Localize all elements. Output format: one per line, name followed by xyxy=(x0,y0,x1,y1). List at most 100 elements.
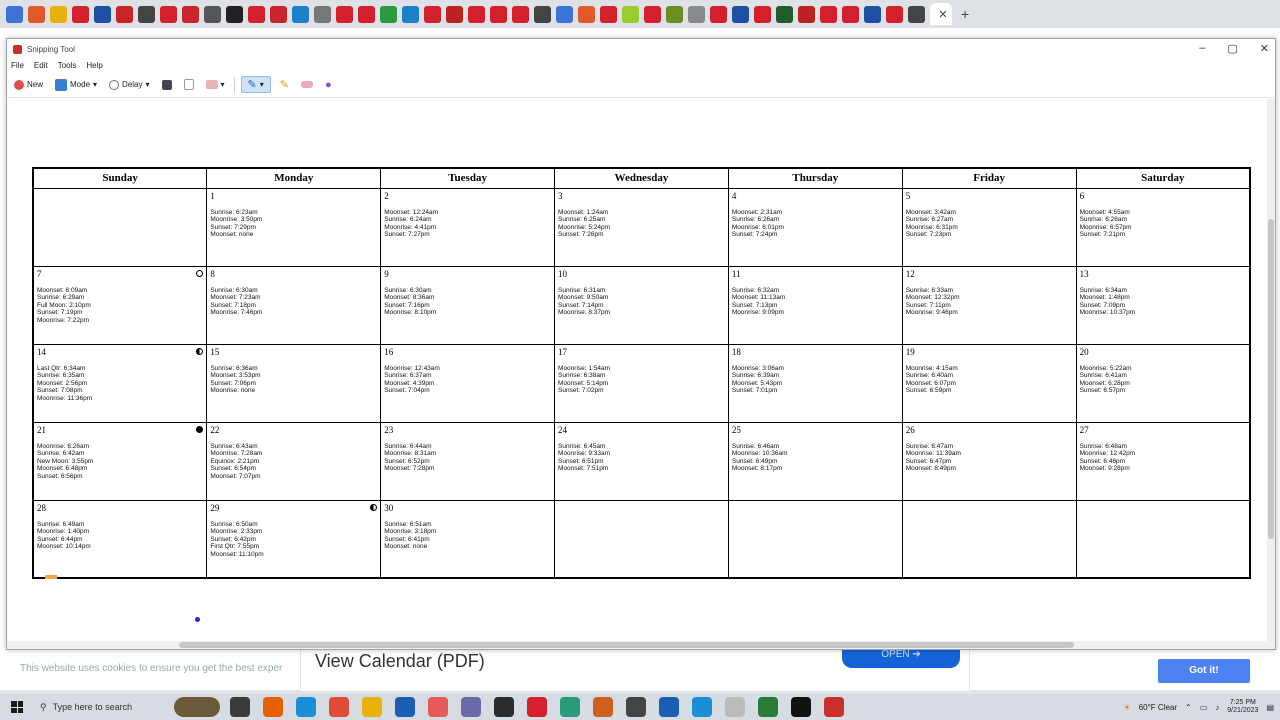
file-explorer-icon[interactable] xyxy=(362,697,382,717)
browser-tab[interactable] xyxy=(402,5,419,23)
browser-tab[interactable] xyxy=(248,5,265,23)
app-17-icon[interactable] xyxy=(758,697,778,717)
open-button[interactable]: OPEN ➔ xyxy=(842,648,960,668)
browser-tab[interactable] xyxy=(468,5,485,23)
vertical-scroll-thumb[interactable] xyxy=(1268,219,1274,539)
clock[interactable]: 7:25 PM 9/21/2023 xyxy=(1227,699,1258,715)
browser-tab[interactable] xyxy=(908,5,925,23)
browser-tab[interactable] xyxy=(6,5,23,23)
browser-tab[interactable] xyxy=(666,5,683,23)
browser-tab[interactable] xyxy=(446,5,463,23)
browser-tab[interactable] xyxy=(556,5,573,23)
menu-tools[interactable]: Tools xyxy=(58,61,77,70)
network-icon[interactable]: ▭ xyxy=(1200,703,1208,712)
copy-button[interactable] xyxy=(181,77,197,92)
maximize-icon[interactable]: ▢ xyxy=(1227,42,1237,55)
app-18-icon[interactable] xyxy=(791,697,811,717)
app-16-icon[interactable] xyxy=(725,697,745,717)
browser-tab[interactable] xyxy=(886,5,903,23)
minimize-icon[interactable]: – xyxy=(1199,42,1205,55)
send-button[interactable]: ▾ xyxy=(203,78,228,91)
new-tab-icon[interactable]: + xyxy=(961,6,969,22)
menu-help[interactable]: Help xyxy=(86,61,102,70)
app-8-icon[interactable] xyxy=(461,697,481,717)
vertical-scrollbar[interactable] xyxy=(1267,99,1275,641)
mail-icon[interactable] xyxy=(395,697,415,717)
start-button[interactable] xyxy=(0,694,34,720)
close-icon[interactable]: ✕ xyxy=(1260,42,1269,55)
mode-button[interactable]: Mode ▾ xyxy=(52,77,100,93)
browser-tab[interactable] xyxy=(512,5,529,23)
app-7-icon[interactable] xyxy=(428,697,448,717)
edge-icon[interactable] xyxy=(296,697,316,717)
browser-tab[interactable] xyxy=(314,5,331,23)
browser-tab[interactable] xyxy=(864,5,881,23)
browser-tab-active[interactable]: ✕ xyxy=(930,3,952,25)
got-it-button[interactable]: Got it! xyxy=(1158,659,1250,683)
browser-tab[interactable] xyxy=(292,5,309,23)
firefox-icon[interactable] xyxy=(263,697,283,717)
browser-tab[interactable] xyxy=(380,5,397,23)
event-line: Moonset: 12:32pm xyxy=(905,294,960,302)
task-view-icon[interactable] xyxy=(230,697,250,717)
browser-tab[interactable] xyxy=(336,5,353,23)
eraser-button[interactable] xyxy=(298,79,316,90)
delay-button[interactable]: Delay ▾ xyxy=(106,78,152,92)
browser-tab[interactable] xyxy=(270,5,287,23)
app-13-icon[interactable] xyxy=(626,697,646,717)
browser-tab[interactable] xyxy=(842,5,859,23)
browser-tab[interactable] xyxy=(50,5,67,23)
app-9-icon[interactable] xyxy=(494,697,514,717)
browser-tab[interactable] xyxy=(490,5,507,23)
browser-tab[interactable] xyxy=(820,5,837,23)
horizontal-scroll-thumb[interactable] xyxy=(179,642,1074,648)
browser-tab[interactable] xyxy=(160,5,177,23)
snipping-tool-icon[interactable] xyxy=(824,697,844,717)
menu-file[interactable]: File xyxy=(11,61,24,70)
chrome-icon[interactable] xyxy=(329,697,349,717)
browser-tab[interactable] xyxy=(534,5,551,23)
browser-tab[interactable] xyxy=(358,5,375,23)
day-number: 18 xyxy=(731,346,741,357)
browser-tab[interactable] xyxy=(72,5,89,23)
browser-tab[interactable] xyxy=(226,5,243,23)
browser-tab[interactable] xyxy=(732,5,749,23)
weather-text[interactable]: 60°F Clear xyxy=(1139,703,1177,712)
paint3d-button[interactable]: ● xyxy=(322,77,335,93)
volume-icon[interactable]: ♪ xyxy=(1215,703,1219,712)
browser-tab[interactable] xyxy=(776,5,793,23)
search-highlight-image[interactable] xyxy=(174,697,220,717)
app-12-icon[interactable] xyxy=(593,697,613,717)
new-snip-button[interactable]: New xyxy=(11,78,46,92)
app-15-icon[interactable] xyxy=(692,697,712,717)
opera-icon[interactable] xyxy=(527,697,547,717)
browser-tab[interactable] xyxy=(204,5,221,23)
browser-tab[interactable] xyxy=(116,5,133,23)
browser-tab[interactable] xyxy=(754,5,771,23)
horizontal-scrollbar[interactable] xyxy=(7,641,1275,649)
browser-tab[interactable] xyxy=(622,5,639,23)
view-calendar-label[interactable]: View Calendar (PDF) xyxy=(315,651,485,672)
notification-icon[interactable]: ▤ xyxy=(1266,703,1274,712)
app-11-icon[interactable] xyxy=(560,697,580,717)
day-cell: 22 Sunrise: 6:43am Moonrise: 7:28am Equinox… xyxy=(206,421,382,501)
browser-tab[interactable] xyxy=(138,5,155,23)
chevron-up-icon[interactable]: ⌃ xyxy=(1185,703,1192,712)
browser-tab[interactable] xyxy=(28,5,45,23)
taskbar-search[interactable]: ⚲ Type here to search xyxy=(34,694,170,720)
browser-tab[interactable] xyxy=(600,5,617,23)
save-button[interactable] xyxy=(159,78,175,92)
browser-tab[interactable] xyxy=(710,5,727,23)
pen-button[interactable]: ✎ ▾ xyxy=(240,76,271,93)
browser-tab[interactable] xyxy=(798,5,815,23)
browser-tab[interactable] xyxy=(424,5,441,23)
highlighter-button[interactable]: ✎ xyxy=(277,76,292,93)
close-icon[interactable]: ✕ xyxy=(938,8,947,21)
browser-tab[interactable] xyxy=(578,5,595,23)
browser-tab[interactable] xyxy=(94,5,111,23)
browser-tab[interactable] xyxy=(644,5,661,23)
app-14-icon[interactable] xyxy=(659,697,679,717)
browser-tab[interactable] xyxy=(688,5,705,23)
menu-edit[interactable]: Edit xyxy=(34,61,48,70)
browser-tab[interactable] xyxy=(182,5,199,23)
